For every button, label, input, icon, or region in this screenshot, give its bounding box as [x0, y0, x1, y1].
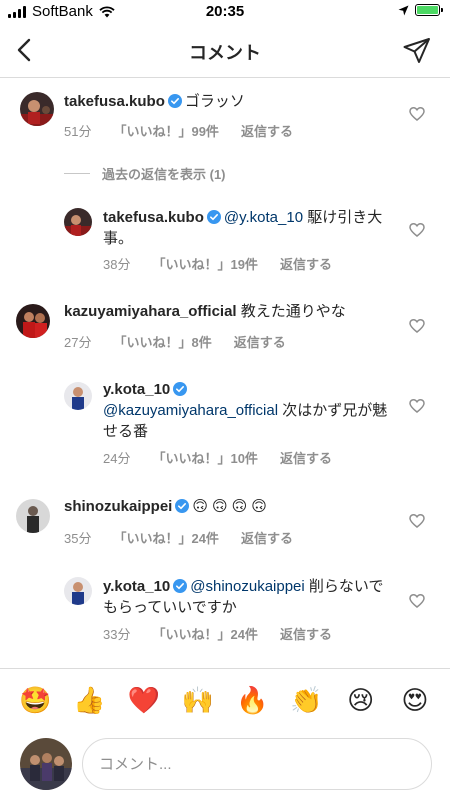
- likes-count[interactable]: 「いいね！」24件: [152, 624, 257, 643]
- comment-username[interactable]: takefusa.kubo: [64, 93, 165, 110]
- page-title: コメント: [189, 43, 261, 63]
- divider: [64, 173, 90, 174]
- avatar[interactable]: [64, 382, 92, 410]
- header: コメント: [0, 24, 450, 78]
- heart-icon[interactable]: [409, 593, 425, 609]
- comment-input[interactable]: [82, 738, 432, 790]
- reply-button[interactable]: 返信する: [241, 121, 293, 140]
- heart-icon[interactable]: [409, 318, 425, 334]
- likes-count[interactable]: 「いいね！」10件: [152, 448, 257, 467]
- comment-time: 51分: [64, 124, 92, 139]
- emoji-star-struck[interactable]: 🤩: [15, 685, 55, 715]
- emoji-bar: 🤩 👍 ❤️ 🙌 🔥 👏 😢 😍: [0, 668, 450, 730]
- send-icon[interactable]: [402, 36, 432, 66]
- reply-item: takefusa.kubo @y.kota_10 駆け引き大事。 38分 「いいね…: [0, 196, 450, 276]
- emoji-heart[interactable]: ❤️: [124, 685, 164, 715]
- comment-username[interactable]: takefusa.kubo: [103, 209, 204, 226]
- comment-username[interactable]: kazuyamiyahara_official: [64, 303, 237, 320]
- comment-item: takefusa.kubo ゴラッソ 51分 「いいね！」99件 返信する: [0, 80, 450, 160]
- battery-icon: [415, 4, 443, 16]
- comment-composer: [0, 730, 450, 800]
- reply-button[interactable]: 返信する: [234, 332, 286, 351]
- likes-count[interactable]: 「いいね！」24件: [113, 528, 218, 547]
- verified-icon: [175, 499, 190, 513]
- comment-time: 24分: [103, 451, 131, 466]
- reply-item: y.kota_10 @kazuyamiyahara_official 次はかず兄が…: [0, 370, 450, 470]
- reply-button[interactable]: 返信する: [280, 624, 332, 643]
- comment-text: 🙃🙃🙃🙃: [192, 498, 271, 515]
- likes-count[interactable]: 「いいね！」8件: [113, 332, 211, 351]
- reply-button[interactable]: 返信する: [280, 254, 332, 273]
- view-replies-button[interactable]: 過去の返信を表示 (1): [64, 164, 226, 183]
- comment-text: ゴラッソ: [184, 93, 245, 110]
- avatar[interactable]: [64, 577, 92, 605]
- status-bar: SoftBank 20:35: [0, 0, 450, 24]
- likes-count[interactable]: 「いいね！」19件: [152, 254, 257, 273]
- comment-username[interactable]: y.kota_10: [103, 578, 170, 595]
- comment-item: shinozukaippei 🙃🙃🙃🙃 35分 「いいね！」24件 返信する: [0, 485, 450, 555]
- status-time: 20:35: [205, 3, 245, 20]
- avatar[interactable]: [16, 304, 50, 338]
- reply-button[interactable]: 返信する: [280, 448, 332, 467]
- heart-icon[interactable]: [409, 398, 425, 414]
- comment-username[interactable]: shinozukaippei: [64, 498, 172, 515]
- reply-item: y.kota_10 @shinozukaippei 削らないでもらっていいですか …: [0, 565, 450, 665]
- emoji-raised-hands[interactable]: 🙌: [178, 685, 218, 715]
- view-replies-label: 過去の返信を表示 (1): [102, 167, 226, 182]
- mention-link[interactable]: @kazuyamiyahara_official: [103, 402, 278, 419]
- verified-icon: [167, 94, 182, 108]
- emoji-thumbs-up[interactable]: 👍: [69, 685, 109, 715]
- comment-time: 35分: [64, 531, 92, 546]
- comment-username[interactable]: y.kota_10: [103, 381, 170, 398]
- mention-link[interactable]: @shinozukaippei: [190, 578, 304, 595]
- comment-time: 38分: [103, 257, 131, 272]
- comment-time: 33分: [103, 627, 131, 642]
- emoji-fire[interactable]: 🔥: [232, 685, 272, 715]
- comment-text: 教えた通りやな: [236, 303, 346, 320]
- avatar[interactable]: [64, 208, 92, 236]
- verified-icon: [206, 210, 221, 224]
- likes-count[interactable]: 「いいね！」99件: [113, 121, 218, 140]
- emoji-crying[interactable]: 😢: [341, 685, 381, 715]
- location-icon: [398, 5, 409, 15]
- verified-icon: [173, 579, 188, 593]
- heart-icon[interactable]: [409, 222, 425, 238]
- emoji-heart-eyes[interactable]: 😍: [395, 685, 435, 715]
- own-avatar: [20, 738, 72, 790]
- comment-item: kazuyamiyahara_official 教えた通りやな 27分 「いいね…: [0, 290, 450, 360]
- reply-button[interactable]: 返信する: [241, 528, 293, 547]
- heart-icon[interactable]: [409, 513, 425, 529]
- verified-icon: [173, 382, 188, 396]
- mention-link[interactable]: @y.kota_10: [224, 209, 303, 226]
- emoji-clapping[interactable]: 👏: [286, 685, 326, 715]
- avatar[interactable]: [20, 92, 54, 126]
- heart-icon[interactable]: [409, 106, 425, 122]
- avatar[interactable]: [16, 499, 50, 533]
- comment-time: 27分: [64, 335, 92, 350]
